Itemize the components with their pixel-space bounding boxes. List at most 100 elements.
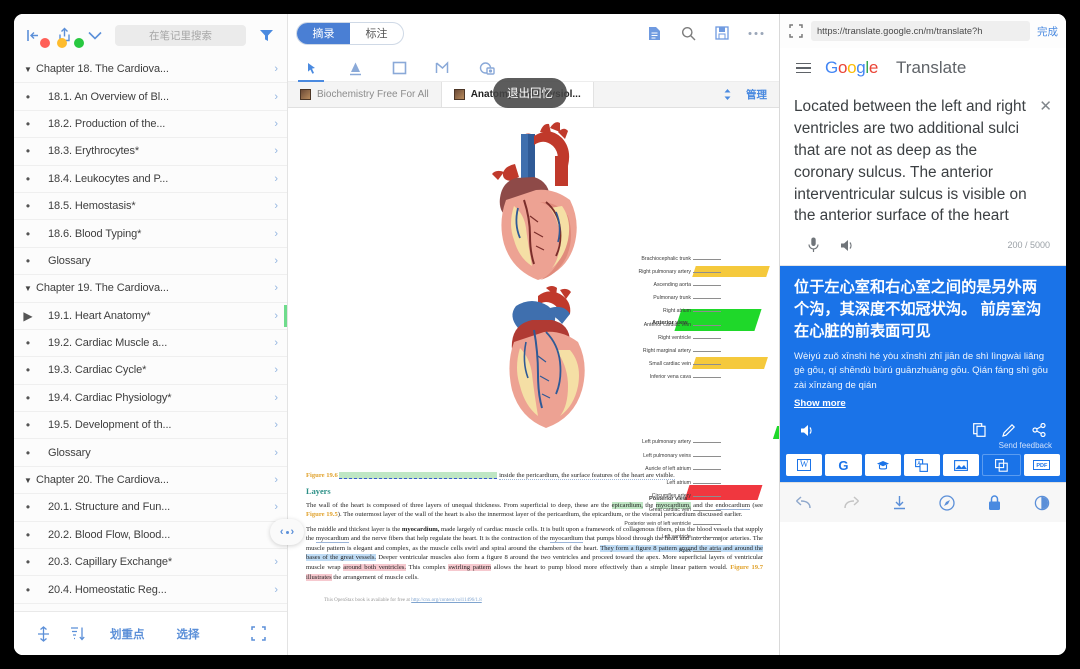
maximize-window-button[interactable] [74, 38, 84, 48]
disclosure-marker[interactable]: • [14, 391, 42, 405]
save-icon[interactable] [709, 22, 735, 44]
search-icon[interactable] [675, 22, 701, 44]
chevron-right-icon[interactable]: › [274, 474, 278, 486]
sidebar-item[interactable]: • Glossary › [14, 439, 287, 467]
arrow-tool[interactable] [432, 55, 454, 81]
sidebar-item[interactable]: ▼ Chapter 18. The Cardiova... › [14, 56, 287, 84]
footer-url[interactable]: http://cnx.org/content/col11496/1.8 [411, 598, 482, 603]
disclosure-marker[interactable]: • [14, 528, 42, 542]
show-more-link[interactable]: Show more [794, 398, 846, 409]
disclosure-marker[interactable]: • [14, 254, 42, 268]
expand-icon[interactable] [788, 24, 804, 38]
sidebar-item[interactable]: • 19.4. Cardiac Physiology* › [14, 385, 287, 413]
disclosure-marker[interactable]: • [14, 555, 42, 569]
sort-icon[interactable] [60, 626, 94, 642]
sidebar-item[interactable]: • 19.3. Cardiac Cycle* › [14, 357, 287, 385]
fullscreen-icon[interactable] [241, 626, 275, 641]
pane-resize-handle[interactable]: ‹ › [270, 519, 304, 545]
close-icon[interactable]: ✕ [1039, 97, 1052, 115]
pdf-service-icon[interactable]: PDF [1023, 454, 1060, 477]
url-bar[interactable]: https://translate.google.cn/m/translate?… [811, 21, 1030, 41]
tab-annotation[interactable]: 标注 [350, 23, 403, 44]
disclosure-marker[interactable]: • [14, 500, 42, 514]
menu-icon[interactable] [796, 62, 811, 74]
google-service-icon[interactable]: G [825, 454, 862, 477]
wikipedia-service-icon[interactable]: W [786, 454, 823, 477]
chevron-right-icon[interactable]: › [274, 91, 278, 103]
disclosure-marker[interactable]: • [14, 227, 42, 241]
chevron-right-icon[interactable]: › [274, 63, 278, 75]
speaker-icon[interactable] [830, 239, 864, 252]
document-content[interactable]: Anterior view Posterior view Brachioceph… [288, 108, 779, 655]
sidebar-item[interactable]: • 20.1. Structure and Fun... › [14, 494, 287, 522]
chevron-right-icon[interactable]: › [274, 501, 278, 513]
traffic-lights[interactable] [40, 38, 84, 48]
send-feedback-label[interactable]: Send feedback [780, 441, 1066, 453]
translated-text[interactable]: 位于左心室和右心室之间的是另外两个沟，其深度不如冠状沟。 前房室沟在心脏的前表面… [794, 277, 1052, 343]
chevron-right-icon[interactable]: › [274, 364, 278, 376]
dictionary-service-icon[interactable]: A [903, 454, 941, 477]
chevron-right-icon[interactable]: › [274, 282, 278, 294]
chevron-right-icon[interactable]: › [274, 447, 278, 459]
sort-updown-icon[interactable] [713, 82, 742, 107]
select-button[interactable]: 选择 [161, 626, 216, 642]
edit-icon[interactable] [994, 423, 1024, 437]
back-icon[interactable] [780, 496, 828, 510]
chevron-down-icon[interactable] [84, 24, 106, 46]
settings-icon[interactable] [1018, 495, 1066, 511]
sidebar-item[interactable]: • 18.3. Erythrocytes* › [14, 138, 287, 166]
tab-excerpt[interactable]: 摘录 [297, 22, 350, 44]
chevron-right-icon[interactable]: › [274, 255, 278, 267]
sidebar-item[interactable]: • 19.2. Cardiac Muscle a... › [14, 330, 287, 358]
minimize-window-button[interactable] [57, 38, 67, 48]
microphone-icon[interactable] [796, 237, 830, 253]
close-window-button[interactable] [40, 38, 50, 48]
chevron-right-icon[interactable]: › [274, 310, 278, 322]
manage-tabs-button[interactable]: 管理 [742, 82, 779, 107]
sidebar-item[interactable]: ▼ Chapter 19. The Cardiova... › [14, 275, 287, 303]
sidebar-item[interactable]: • 18.2. Production of the... › [14, 111, 287, 139]
disclosure-marker[interactable]: • [14, 610, 42, 611]
sidebar-item[interactable]: • 18.1. An Overview of Bl... › [14, 83, 287, 111]
chevron-right-icon[interactable]: › [274, 200, 278, 212]
sidebar-item[interactable]: • 20.3. Capillary Exchange* › [14, 549, 287, 577]
screenshot-tool[interactable] [476, 55, 498, 81]
done-button[interactable]: 完成 [1037, 24, 1058, 39]
view-mode-segmented[interactable]: 摘录 标注 [296, 21, 404, 45]
chevron-right-icon[interactable]: › [274, 584, 278, 596]
search-input[interactable]: 在笔记里搜索 [115, 24, 246, 46]
highlight-button[interactable]: 划重点 [94, 626, 161, 642]
disclosure-marker[interactable]: • [14, 336, 42, 350]
pointer-tool[interactable] [298, 55, 324, 82]
sidebar-item[interactable]: •20.5. Circulatory Pathw...› [14, 604, 287, 611]
document-icon[interactable] [641, 22, 667, 44]
sidebar-item[interactable]: • 20.4. Homeostatic Reg... › [14, 576, 287, 604]
p1-figure-ref[interactable]: Figure 19.5 [306, 511, 338, 518]
more-icon[interactable] [743, 22, 769, 44]
sidebar-item[interactable]: • 18.5. Hemostasis* › [14, 193, 287, 221]
rectangle-tool[interactable] [388, 55, 410, 81]
share-icon[interactable] [1024, 423, 1054, 438]
sidebar-item[interactable]: ▼ Chapter 20. The Cardiova... › [14, 467, 287, 495]
disclosure-marker[interactable]: ▶ [14, 309, 42, 323]
download-icon[interactable] [875, 495, 923, 510]
disclosure-marker[interactable]: • [14, 117, 42, 131]
disclosure-marker[interactable]: • [14, 199, 42, 213]
sidebar-item[interactable]: • 19.5. Development of th... › [14, 412, 287, 440]
chevron-right-icon[interactable]: › [274, 118, 278, 130]
filter-icon[interactable] [255, 24, 277, 46]
disclosure-marker[interactable]: • [14, 446, 42, 460]
chevron-right-icon[interactable]: › [274, 337, 278, 349]
chevron-right-icon[interactable]: › [274, 419, 278, 431]
expand-vertical-icon[interactable] [26, 625, 60, 642]
chevron-right-icon[interactable]: › [274, 556, 278, 568]
lock-icon[interactable] [971, 494, 1019, 511]
sidebar-item[interactable]: • Glossary › [14, 248, 287, 276]
chevron-right-icon[interactable]: › [274, 173, 278, 185]
disclosure-marker[interactable]: • [14, 172, 42, 186]
scholar-service-icon[interactable] [864, 454, 901, 477]
doc-tab-biochemistry[interactable]: Biochemistry Free For All [288, 82, 442, 107]
disclosure-marker[interactable]: • [14, 583, 42, 597]
disclosure-marker[interactable]: • [14, 418, 42, 432]
source-text-box[interactable]: Located between the left and right ventr… [780, 88, 1066, 227]
